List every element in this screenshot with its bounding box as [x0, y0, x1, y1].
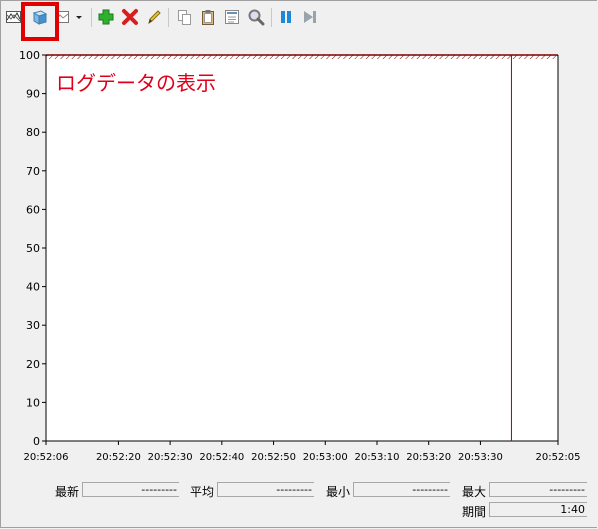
latest-label: 最新 [55, 485, 80, 499]
copy-properties-button[interactable] [173, 6, 195, 28]
y-tick-label: 10 [26, 396, 40, 409]
x-tick-label: 20:53:00 [303, 452, 348, 463]
minimum-value: --------- [353, 482, 450, 497]
y-tick-label: 70 [26, 165, 40, 178]
maximum-label: 最大 [462, 485, 487, 499]
highlight-button[interactable] [143, 6, 165, 28]
pencil-icon [148, 10, 161, 25]
minimum-label: 最小 [326, 485, 351, 499]
x-tick-label: 20:52:30 [148, 452, 193, 463]
y-tick-label: 20 [26, 358, 40, 371]
paste-counter-list-button[interactable] [197, 6, 219, 28]
freeze-display-button[interactable] [275, 6, 297, 28]
add-counter-button[interactable] [95, 6, 117, 28]
x-tick-label: 20:52:50 [251, 452, 296, 463]
zoom-button[interactable] [245, 6, 267, 28]
properties-button[interactable] [221, 6, 243, 28]
plus-icon [98, 9, 114, 25]
x-icon [122, 9, 138, 25]
delete-counter-button[interactable] [119, 6, 141, 28]
x-tick-label: 20:53:10 [355, 452, 400, 463]
update-data-button[interactable] [299, 6, 321, 28]
performance-graph[interactable]: 0 10 20 30 40 50 60 70 80 90 100 20:52:06 20:52:20 20… [0, 40, 598, 470]
plot-area [46, 55, 558, 441]
magnifier-icon [248, 9, 265, 26]
step-forward-icon [304, 11, 316, 23]
y-tick-label: 0 [33, 435, 40, 448]
x-tick-label: 20:52:05 [536, 452, 581, 463]
y-tick-label: 80 [26, 126, 40, 139]
properties-icon [225, 10, 239, 24]
y-tick-label: 50 [26, 242, 40, 255]
average-value: --------- [217, 482, 314, 497]
pause-icon [281, 11, 291, 23]
annotation-text: ログデータの表示 [56, 71, 216, 95]
x-tick-label: 20:53:30 [458, 452, 503, 463]
average-label: 平均 [190, 485, 215, 499]
latest-value: --------- [82, 482, 179, 497]
toolbar [1, 4, 597, 30]
x-tick-label: 20:53:20 [406, 452, 451, 463]
x-tick-label: 20:52:40 [199, 452, 244, 463]
y-tick-label: 90 [26, 88, 40, 101]
x-tick-label: 20:52:06 [24, 452, 69, 463]
y-tick-label: 60 [26, 203, 40, 216]
y-tick-label: 40 [26, 281, 40, 294]
y-tick-label: 30 [26, 319, 40, 332]
highlight-box [21, 2, 59, 41]
copy-icon [178, 10, 191, 25]
duration-label: 期間 [462, 505, 487, 519]
maximum-value: --------- [489, 482, 587, 497]
clipboard-icon [202, 10, 214, 25]
y-tick-label: 100 [19, 49, 40, 62]
x-tick-label: 20:52:20 [96, 452, 141, 463]
duration-value: 1:40 [489, 502, 587, 517]
